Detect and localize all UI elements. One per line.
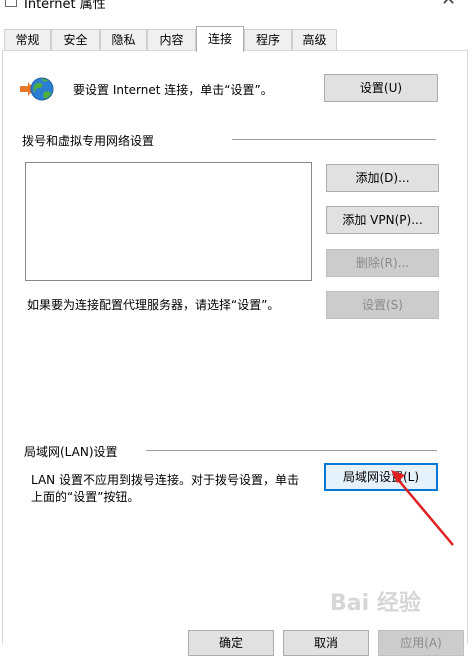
ok-button[interactable]: 确定: [188, 630, 274, 656]
red-arrow-annotation: [391, 470, 454, 546]
add-vpn-button[interactable]: 添加 VPN(P)...: [326, 206, 439, 234]
tab-programs[interactable]: 程序: [244, 29, 292, 50]
tab-security[interactable]: 安全: [51, 29, 100, 50]
window-title: Internet 属性: [24, 0, 106, 12]
cancel-button[interactable]: 取消: [283, 630, 369, 656]
dialup-divider: [232, 139, 436, 140]
setup-instruction: 要设置 Internet 连接，单击“设置”。: [73, 83, 273, 97]
close-icon[interactable]: ✕: [441, 0, 456, 10]
setup-button[interactable]: 设置(U): [324, 74, 438, 102]
tab-privacy[interactable]: 隐私: [100, 29, 147, 50]
tab-advanced[interactable]: 高级: [292, 29, 337, 50]
globe-network-icon: [20, 77, 54, 101]
apply-button[interactable]: 应用(A): [378, 630, 464, 656]
tab-content[interactable]: 内容: [147, 29, 196, 50]
watermark: Bai 经验: [330, 591, 421, 616]
delete-connection-button[interactable]: 删除(R)...: [326, 249, 439, 277]
add-connection-button[interactable]: 添加(D)...: [326, 164, 439, 192]
lan-description-line1: LAN 设置不应用到拨号连接。对于拨号设置，单击: [31, 473, 299, 487]
proxy-instruction: 如果要为连接配置代理服务器，请选择“设置”。: [27, 298, 280, 312]
tab-bar: 常规 安全 隐私 内容 连接 程序 高级: [0, 26, 472, 52]
connections-list[interactable]: [25, 162, 312, 281]
tab-connections[interactable]: 连接: [196, 26, 244, 52]
lan-divider: [146, 450, 437, 451]
lan-heading: 局域网(LAN)设置: [24, 445, 118, 459]
dialup-settings-button[interactable]: 设置(S): [326, 291, 439, 319]
lan-description-line2: 上面的“设置”按钮。: [31, 490, 140, 504]
tab-general[interactable]: 常规: [4, 29, 51, 50]
dialup-heading: 拨号和虚拟专用网络设置: [22, 134, 155, 148]
internet-options-icon: [5, 0, 17, 7]
title-bar: Internet 属性 ✕: [0, 0, 472, 24]
